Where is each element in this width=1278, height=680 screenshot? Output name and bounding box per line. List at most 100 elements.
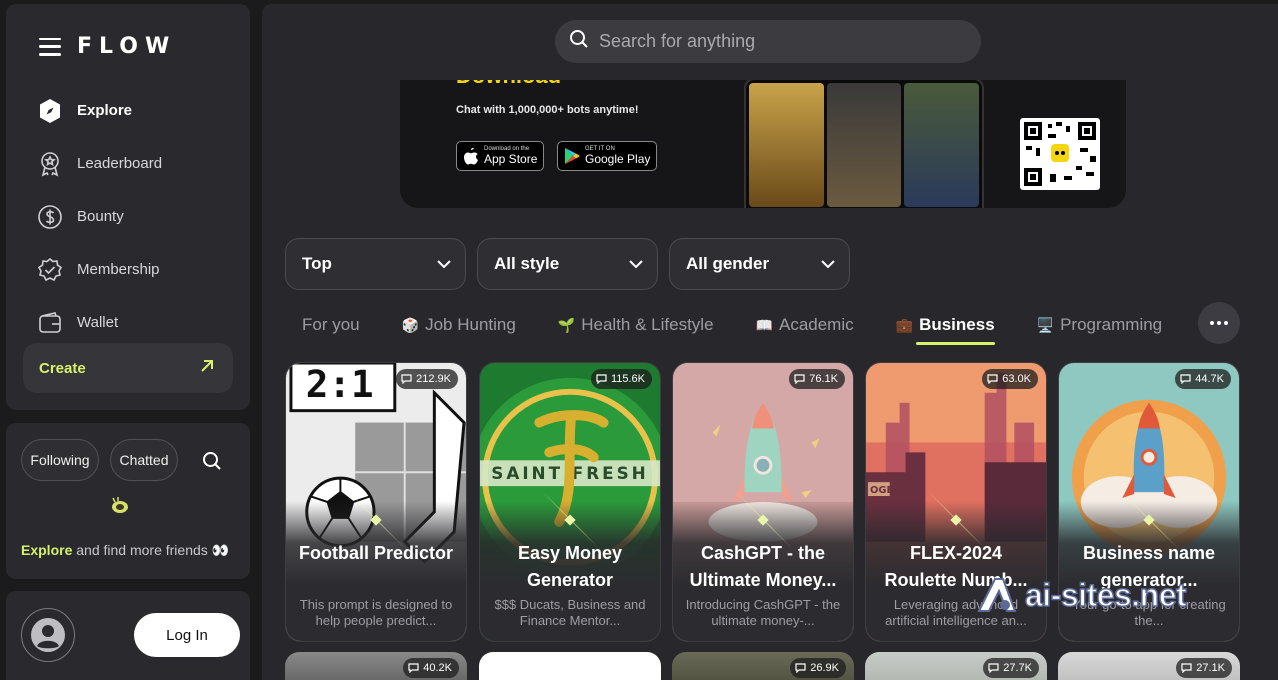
explore-friends-link[interactable]: Explore xyxy=(21,542,72,558)
search-input[interactable] xyxy=(599,31,959,52)
compass-icon xyxy=(35,96,65,126)
badge-check-icon xyxy=(35,255,65,285)
style-dropdown[interactable]: All style xyxy=(477,238,658,290)
chat-bubble-icon xyxy=(794,374,805,384)
dropdown-label: Top xyxy=(302,254,332,273)
create-button[interactable]: Create xyxy=(23,343,233,393)
chat-count-badge: 27.1K xyxy=(1176,658,1232,678)
chat-count: 76.1K xyxy=(809,373,838,385)
card-description: Leveraging advanced artificial intellige… xyxy=(885,597,1027,628)
card-title: FLEX-2024 Roulette Numb... xyxy=(884,543,1028,590)
chat-bubble-icon xyxy=(988,663,999,673)
sidebar-item-label: Wallet xyxy=(77,314,119,331)
chatted-tab[interactable]: Chatted xyxy=(110,439,178,481)
tab-academic[interactable]: 📖 Academic xyxy=(756,315,854,335)
bot-card-grid-row-2: 40.2K 26.9K 27.7K 27.1K xyxy=(285,652,1245,680)
sidebar-nav-panel: FLOW Explore Leaderboard Bounty Membersh… xyxy=(6,4,250,410)
bot-card[interactable]: SAINT FRESH 115.6K Easy Money Generator … xyxy=(479,362,661,642)
sidebar-item-membership[interactable]: Membership xyxy=(35,243,235,296)
card-title: CashGPT - the Ultimate Money... xyxy=(689,543,837,590)
tab-label: Programming xyxy=(1060,315,1163,334)
bot-card[interactable]: 44.7K Business name generator... Your go… xyxy=(1058,362,1240,642)
chat-count-badge: 27.7K xyxy=(983,658,1039,678)
tab-health-lifestyle[interactable]: 🌱 Health & Lifestyle xyxy=(558,315,714,335)
app-store-button[interactable]: Download on the App Store xyxy=(456,141,545,171)
briefcase-icon: 💼 xyxy=(895,316,914,333)
chat-bubble-icon xyxy=(408,663,419,673)
chat-bubble-icon xyxy=(795,663,806,673)
card-title: Football Predictor xyxy=(298,543,453,563)
search-bar[interactable] xyxy=(555,20,981,63)
bot-card[interactable]: 40.2K xyxy=(285,652,467,680)
tab-job-hunting[interactable]: 🎲 Job Hunting xyxy=(402,315,516,335)
create-label: Create xyxy=(39,359,86,377)
sidebar-item-bounty[interactable]: Bounty xyxy=(35,190,235,243)
category-tabs: For you 🎲 Job Hunting 🌱 Health & Lifestyle… xyxy=(302,310,1204,345)
chevron-down-icon xyxy=(437,259,451,268)
bot-card[interactable]: 27.1K xyxy=(1058,652,1240,680)
explore-friends-rest: and find more friends 👀 xyxy=(72,542,230,558)
sidebar-item-leaderboard[interactable]: Leaderboard xyxy=(35,137,235,190)
app-root: FLOW Explore Leaderboard Bounty Membersh… xyxy=(0,0,1278,680)
qr-code-image xyxy=(1020,118,1100,190)
tab-label: Business xyxy=(919,315,995,334)
computer-icon: 🖥️ xyxy=(1036,316,1055,333)
chat-count-badge: 26.9K xyxy=(790,658,846,678)
chat-count: 44.7K xyxy=(1195,373,1224,385)
bot-card[interactable]: 76.1K CashGPT - the Ultimate Money... In… xyxy=(672,362,854,642)
tab-programming[interactable]: 🖥️ Programming xyxy=(1037,315,1162,335)
chat-bubble-icon xyxy=(596,374,607,384)
card-title: Easy Money Generator xyxy=(517,543,623,590)
sidebar-item-wallet[interactable]: Wallet xyxy=(35,296,235,349)
chat-count: 40.2K xyxy=(423,662,452,674)
sort-dropdown[interactable]: Top xyxy=(285,238,466,290)
explore-friends-text: Explore and find more friends 👀 xyxy=(21,542,229,559)
chat-bubble-icon xyxy=(401,374,412,384)
svg-text:2:1: 2:1 xyxy=(306,363,374,406)
gender-dropdown[interactable]: All gender xyxy=(669,238,850,290)
google-play-icon xyxy=(565,148,580,164)
bot-card[interactable]: 2:1 212.9K Football Predictor This promp… xyxy=(285,362,467,642)
seedling-icon: 🌱 xyxy=(557,316,576,333)
logo[interactable]: FLOW xyxy=(77,34,176,59)
avatar[interactable] xyxy=(21,608,75,662)
menu-icon[interactable] xyxy=(39,37,61,56)
login-button[interactable]: Log In xyxy=(134,613,240,657)
apple-icon xyxy=(464,147,478,165)
bot-card[interactable]: OGE 63.0K FLEX-2024 Roulette Numb... Lev… xyxy=(865,362,1047,642)
card-title: Business name generator... xyxy=(1082,543,1216,590)
sidebar-item-explore[interactable]: Explore xyxy=(35,84,235,137)
phone-mockup-image xyxy=(744,78,984,208)
tab-business[interactable]: 💼 Business xyxy=(895,315,995,345)
following-tab[interactable]: Following xyxy=(21,439,99,481)
dollar-icon xyxy=(35,202,65,232)
sidebar-item-label: Explore xyxy=(77,102,133,119)
chat-count-badge: 212.9K xyxy=(396,369,458,389)
chat-count: 63.0K xyxy=(1002,373,1031,385)
chat-count: 115.6K xyxy=(610,373,645,385)
tab-label: Academic xyxy=(778,315,854,334)
book-icon: 📖 xyxy=(755,316,773,333)
chat-bubble-icon xyxy=(1181,663,1192,673)
search-icon[interactable] xyxy=(202,451,222,476)
login-panel: Log In xyxy=(6,591,250,680)
app-store-big: App Store xyxy=(484,152,538,166)
google-play-button[interactable]: GET IT ON Google Play xyxy=(557,141,658,171)
chat-count: 212.9K xyxy=(416,373,451,385)
tab-label: Job Hunting xyxy=(425,315,516,334)
chat-count: 26.9K xyxy=(810,662,839,674)
chat-count-badge: 63.0K xyxy=(982,369,1038,389)
bot-card[interactable] xyxy=(479,652,661,680)
chat-count-badge: 40.2K xyxy=(403,658,459,678)
chat-count-badge: 115.6K xyxy=(590,369,652,389)
card-description: This prompt is designed to help people p… xyxy=(299,597,453,628)
bot-card[interactable]: 27.7K xyxy=(865,652,1047,680)
arrow-up-right-icon xyxy=(199,358,215,379)
tab-label: Health & Lifestyle xyxy=(581,315,714,334)
tab-for-you[interactable]: For you xyxy=(302,315,360,335)
dropdown-label: All style xyxy=(494,254,560,273)
search-icon xyxy=(569,29,589,54)
bot-card[interactable]: 26.9K xyxy=(672,652,854,680)
chat-bubble-icon xyxy=(987,374,998,384)
more-categories-button[interactable] xyxy=(1198,302,1240,344)
